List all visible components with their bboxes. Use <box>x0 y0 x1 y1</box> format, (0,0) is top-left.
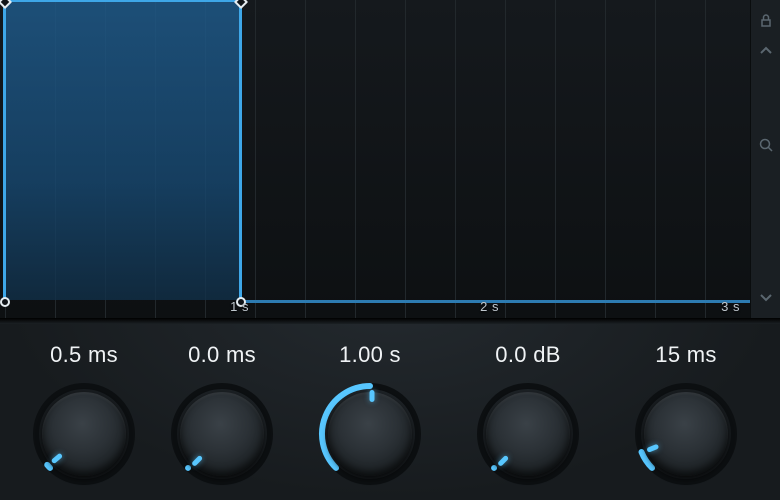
envelope-edge-top <box>4 0 240 2</box>
gridline <box>305 0 306 318</box>
knob-attack-value: 0.5 ms <box>50 342 118 368</box>
gridline <box>555 0 556 318</box>
knob-decay: 1.00 s <box>300 342 440 486</box>
zoom-button[interactable] <box>755 134 777 156</box>
time-tick-3: 3 s <box>721 299 746 314</box>
envelope-edge-right <box>239 0 242 302</box>
gridline <box>605 0 606 318</box>
knob-release-value: 15 ms <box>655 342 716 368</box>
magnifier-icon <box>758 137 774 153</box>
gridline <box>255 0 256 318</box>
gridline <box>455 0 456 318</box>
time-tick-2: 2 s <box>480 299 505 314</box>
scroll-up-button[interactable] <box>755 40 777 62</box>
scroll-down-button[interactable] <box>755 286 777 308</box>
knob-sustain: 0.0 dB <box>458 342 598 486</box>
knob-attack-dial[interactable] <box>32 382 136 486</box>
gridline <box>405 0 406 318</box>
audio-envelope-editor: 1 s 2 s 3 s <box>0 0 780 500</box>
knob-hold: 0.0 ms <box>162 342 282 486</box>
envelope-graph[interactable]: 1 s 2 s 3 s <box>0 0 750 318</box>
gridline <box>505 0 506 318</box>
gridline <box>355 0 356 318</box>
knob-sustain-dial[interactable] <box>476 382 580 486</box>
knob-decay-dial[interactable] <box>318 382 422 486</box>
graph-side-rail <box>750 0 780 318</box>
envelope-edge-left <box>3 0 6 302</box>
knob-release: 15 ms <box>616 342 756 486</box>
chevron-down-icon <box>759 290 773 304</box>
gridline <box>655 0 656 318</box>
knob-sustain-value: 0.0 dB <box>495 342 560 368</box>
gridline <box>705 0 706 318</box>
time-tick-1: 1 s <box>230 299 255 314</box>
envelope-fill <box>4 0 240 300</box>
handle-release-end[interactable] <box>0 297 10 307</box>
chevron-up-icon <box>759 44 773 58</box>
knob-release-dial[interactable] <box>634 382 738 486</box>
knob-attack: 0.5 ms <box>24 342 144 486</box>
knob-hold-dial[interactable] <box>170 382 274 486</box>
knob-hold-value: 0.0 ms <box>188 342 256 368</box>
lock-icon <box>758 13 774 29</box>
knob-decay-value: 1.00 s <box>339 342 401 368</box>
knob-panel: 0.5 ms 0.0 ms 1.00 s <box>0 324 780 500</box>
lock-button[interactable] <box>755 10 777 32</box>
